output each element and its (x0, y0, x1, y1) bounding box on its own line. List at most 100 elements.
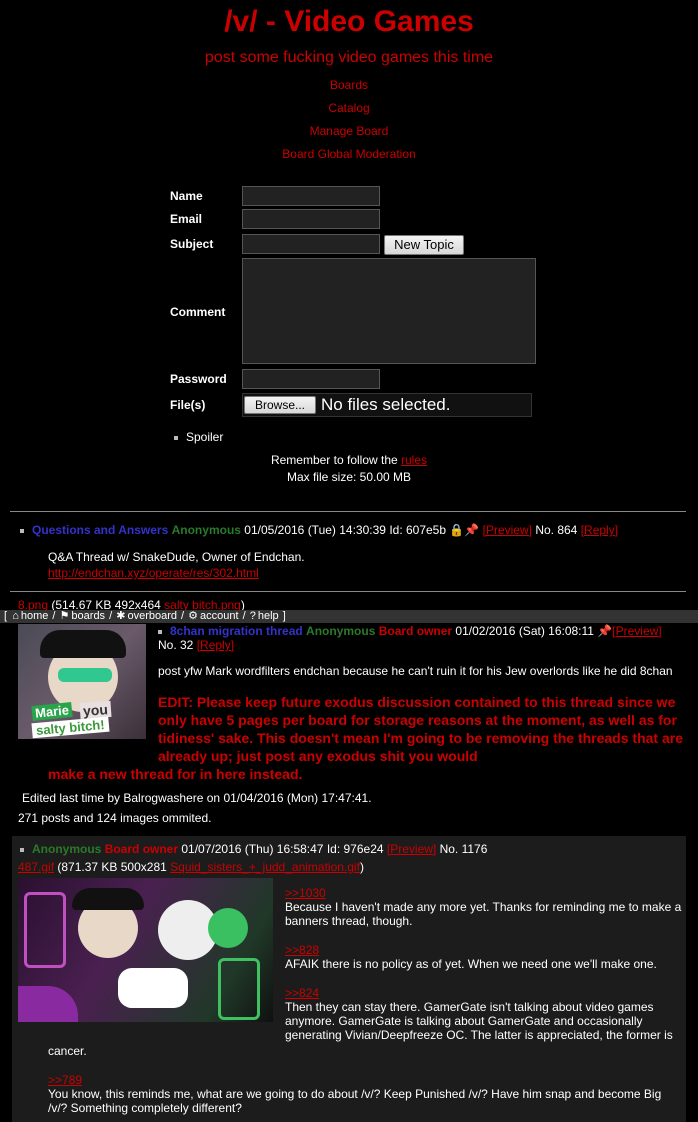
spoiler-row[interactable]: Spoiler (174, 430, 223, 444)
board-title: /v/ - Video Games (224, 5, 474, 38)
board-nav: Boards Catalog Manage Board Board Global… (0, 74, 698, 166)
browse-button[interactable]: Browse... (244, 396, 316, 414)
global-moderation-link[interactable]: Board Global Moderation (0, 143, 698, 166)
help-link[interactable]: help (258, 610, 279, 622)
subject-input[interactable] (242, 234, 380, 254)
thread-link[interactable]: http://endchan.xyz/operate/res/302.html (48, 566, 305, 580)
thumb-hat (40, 630, 126, 658)
name-label: Name (170, 189, 203, 203)
boards-link[interactable]: Boards (0, 74, 698, 97)
file-link[interactable]: 487.gif (18, 860, 54, 874)
thumb-splat (208, 908, 248, 948)
top-nav-bar: [ ⌂ home / ⚑ boards / ✱ overboard / ⚙ accoun… (0, 610, 698, 623)
reply-thumbnail[interactable] (18, 878, 273, 1022)
files-label: File(s) (170, 398, 206, 412)
file-info-close: ) (359, 860, 364, 874)
email-input[interactable] (242, 209, 380, 229)
reply-body: >>1030 Because I haven't made any more y… (285, 886, 685, 1042)
help-icon: ? (249, 610, 256, 622)
edit-notice: EDIT: Please keep future exodus discussi… (158, 694, 683, 764)
poster-id: Id: 607e5b (389, 523, 447, 537)
post-datetime: 01/02/2016 (Sat) 16:08:11 (455, 624, 594, 638)
catalog-link[interactable]: Catalog (0, 97, 698, 120)
divider (10, 511, 686, 512)
page-header: /v/ - Video Games post some fucking vide… (0, 0, 698, 166)
poster-name: Anonymous (171, 523, 241, 537)
home-link[interactable]: home (21, 610, 49, 622)
edit-notice-end: make a new thread for in here instead. (48, 766, 303, 782)
pin-icon: 📌 (464, 523, 480, 537)
quote-link[interactable]: >>789 (48, 1073, 678, 1087)
thread-subject: Questions and Answers (32, 523, 169, 537)
subject-label: Subject (170, 237, 214, 251)
reply-header: Anonymous Board owner 01/07/2016 (Thu) 1… (20, 842, 487, 856)
thread-subject: 8chan migration thread (170, 624, 303, 638)
thumb-mask (58, 668, 112, 682)
pin-icon: 📌 (597, 624, 613, 638)
thumb-cat (118, 968, 188, 1008)
comment-textarea[interactable] (242, 258, 536, 364)
thumb-caption-1: Marie (31, 701, 73, 722)
thread-bullet (20, 528, 24, 533)
max-file-size: Max file size: 50.00 MB (286, 470, 412, 484)
name-input[interactable] (242, 186, 380, 206)
thumb-ink-purple (18, 986, 78, 1022)
reply-bullet (20, 847, 24, 852)
gear-icon: ⚙ (188, 610, 199, 622)
post-number[interactable]: No. 864 (535, 523, 577, 537)
reply-link[interactable]: [Reply] (197, 638, 234, 652)
manage-board-link[interactable]: Manage Board (0, 120, 698, 143)
quote-link[interactable]: >>824 (285, 986, 685, 1000)
post-datetime: 01/07/2016 (Thu) 16:58:47 (181, 842, 324, 856)
quote-link[interactable]: >>1030 (285, 886, 685, 900)
account-link[interactable]: account (200, 610, 239, 622)
spoiler-checkbox[interactable] (174, 435, 178, 440)
poster-role: Board owner (104, 842, 179, 856)
email-label: Email (170, 212, 203, 226)
rules-link[interactable]: rules (401, 453, 427, 467)
home-icon: ⌂ (12, 610, 19, 622)
quote-link[interactable]: >>828 (285, 943, 685, 957)
post-number[interactable]: No. 1176 (440, 842, 488, 856)
thread-thumbnail[interactable]: Marie you salty bitch! (18, 624, 146, 739)
preview-link[interactable]: [Preview] (612, 624, 661, 638)
poster-name: Anonymous (32, 842, 102, 856)
poster-name: Anonymous (306, 624, 376, 638)
reply-file-info: 487.gif (871.37 KB 500x281 Squid_sisters… (18, 860, 364, 874)
thumb-hat-left (72, 888, 144, 910)
file-picker: Browse... No files selected. (242, 393, 532, 417)
password-input[interactable] (242, 369, 380, 389)
tag-icon: ⚑ (59, 610, 70, 622)
poster-role: Board owner (378, 624, 453, 638)
rules-prefix: Remember to follow the (270, 453, 402, 467)
no-files-text: No files selected. (321, 395, 451, 414)
preview-link[interactable]: [Preview] (387, 842, 436, 856)
board-subtitle: post some fucking video games this time (204, 49, 494, 66)
poster-id: Id: 976e24 (326, 842, 384, 856)
asterisk-icon: ✱ (116, 610, 126, 622)
reply-text: You know, this reminds me, what are we g… (48, 1087, 662, 1115)
new-topic-button[interactable]: New Topic (384, 235, 464, 255)
post-text: post yfw Mark wordfilters endchan becaus… (158, 664, 673, 678)
reply-link[interactable]: [Reply] (581, 523, 618, 537)
original-file-link[interactable]: Squid_sisters_+_judd_animation.gif (170, 860, 360, 874)
file-info: (871.37 KB 500x281 (57, 860, 167, 874)
password-label: Password (170, 372, 227, 386)
thread-meta-migration: No. 32 [Reply] (158, 638, 234, 652)
post-number[interactable]: No. 32 (158, 638, 193, 652)
reply-text: Then they can stay there. GamerGate isn'… (285, 1000, 673, 1042)
thread-body-qa: Q&A Thread w/ SnakeDude, Owner of Endcha… (48, 550, 305, 580)
reply-post: Anonymous Board owner 01/07/2016 (Thu) 1… (12, 836, 686, 1122)
preview-link[interactable]: [Preview] (483, 523, 532, 537)
boards-nav-link[interactable]: boards (71, 610, 105, 622)
reply-body-wrap: cancer. >>789 You know, this reminds me,… (48, 1044, 678, 1115)
lock-icon: 🔒 (449, 523, 465, 537)
divider (10, 591, 686, 592)
overboard-link[interactable]: overboard (127, 610, 177, 622)
omitted-note: 271 posts and 124 images ommited. (18, 811, 212, 825)
rules-note: Remember to follow the rules (0, 453, 698, 467)
post-text: Q&A Thread w/ SnakeDude, Owner of Endcha… (48, 550, 305, 564)
thumb-neon-sign (24, 892, 66, 968)
edited-note: Edited last time by Balrogwashere on 01/… (22, 791, 372, 805)
thread-header-migration: 8chan migration thread Anonymous Board o… (158, 624, 662, 638)
